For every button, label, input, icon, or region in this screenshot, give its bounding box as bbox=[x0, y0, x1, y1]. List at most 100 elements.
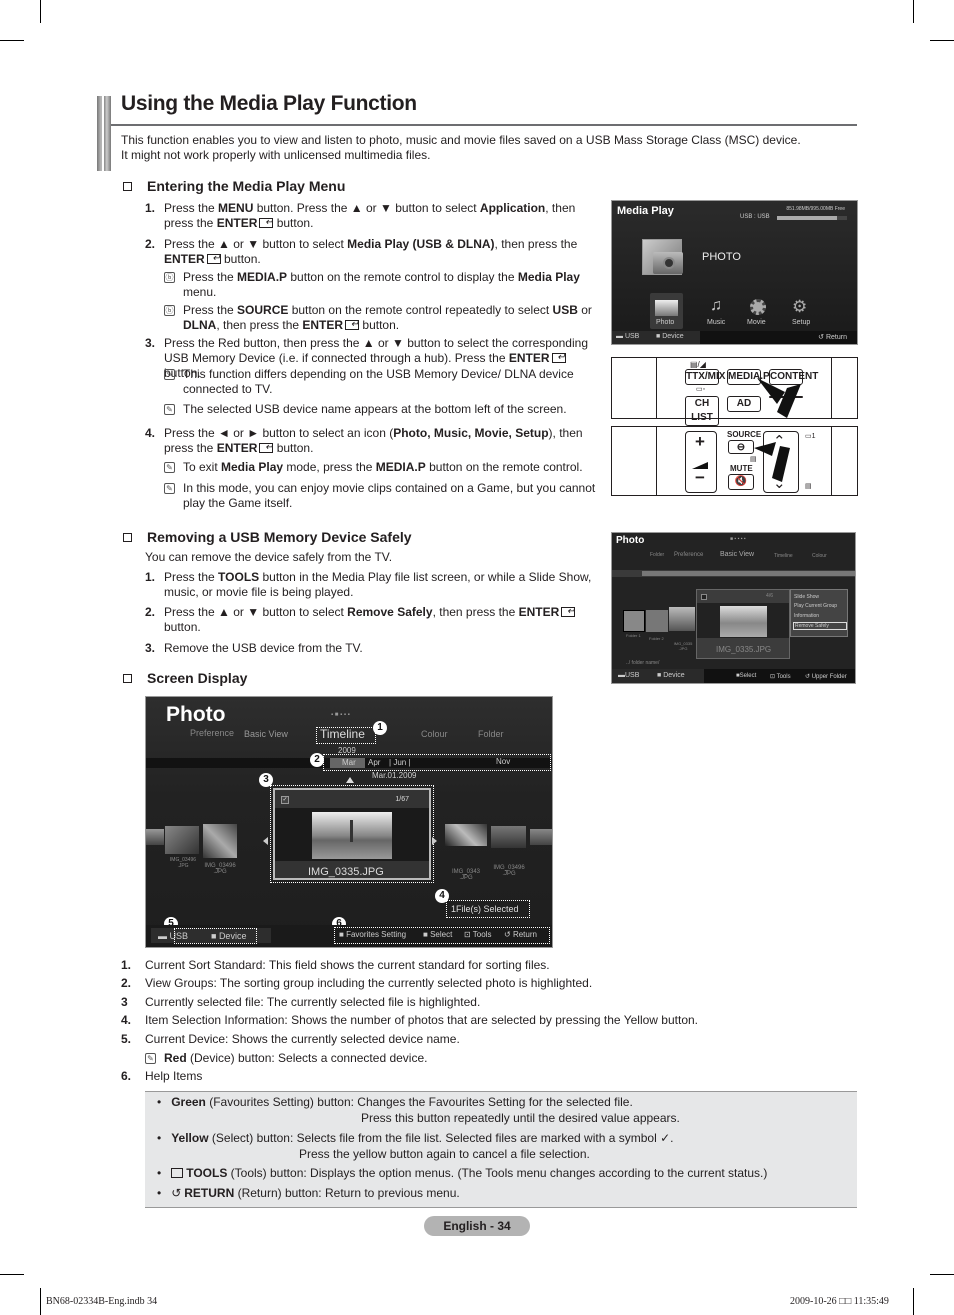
intro-line: This function enables you to view and li… bbox=[121, 133, 801, 147]
storage-free: 851.98MB/995.00MB Free bbox=[786, 206, 845, 212]
print-slug-left: BN68-02334B-Eng.indb 34 bbox=[46, 1296, 158, 1307]
usb-footer-item[interactable]: ▬USB bbox=[618, 672, 639, 679]
page-number: English - 34 bbox=[424, 1216, 530, 1236]
tab-timeline[interactable]: Timeline bbox=[774, 553, 793, 559]
folder-thumb[interactable] bbox=[646, 610, 668, 632]
menu-item-information[interactable]: Information bbox=[794, 613, 819, 619]
left-arrow-icon[interactable] bbox=[263, 837, 268, 845]
icon-label-photo[interactable]: Photo bbox=[656, 319, 674, 326]
note-text: To exit Media Play mode, press the MEDIA… bbox=[183, 460, 583, 474]
callout-box-help bbox=[334, 927, 550, 944]
upper-folder-footer-item[interactable]: ↺ Upper Folder bbox=[805, 673, 847, 680]
legend-text: Currently selected file: The currently s… bbox=[145, 995, 481, 1009]
tab-preference[interactable]: Preference bbox=[190, 728, 234, 738]
pointer-arrow-icon bbox=[757, 378, 801, 418]
step-text: Press the ▲ or ▼ button to select Media … bbox=[164, 237, 605, 267]
tab-folder[interactable]: Folder bbox=[478, 729, 504, 739]
image-thumb[interactable] bbox=[165, 826, 199, 854]
note-text: Red (Device) button: Selects a connected… bbox=[164, 1051, 428, 1065]
section-heading: Removing a USB Memory Device Safely bbox=[121, 529, 412, 545]
timeline-fill bbox=[642, 571, 855, 576]
media-play-screen: Media Play 851.98MB/995.00MB Free USB : … bbox=[611, 200, 858, 345]
icon-label-movie[interactable]: Movie bbox=[747, 319, 766, 326]
usb-footer-item[interactable]: ▬ USB bbox=[616, 333, 639, 340]
volume-rocker[interactable]: + − bbox=[685, 431, 717, 493]
tools-icon bbox=[171, 1168, 184, 1178]
page-dots: ■ ▪ ▪ ▪ ▪ bbox=[730, 536, 746, 542]
select-footer-item[interactable]: ■Select bbox=[736, 673, 756, 679]
selected-file-card[interactable]: 4/6 IMG_0335.JPG bbox=[696, 589, 790, 659]
icon-label-setup[interactable]: Setup bbox=[792, 319, 810, 326]
help-item-continuation: Press the yellow button again to cancel … bbox=[299, 1147, 590, 1161]
source-button[interactable]: ⊖ bbox=[728, 440, 754, 454]
storage-bar bbox=[777, 216, 847, 220]
crop-mark bbox=[0, 40, 24, 41]
screen-title: Photo bbox=[166, 703, 226, 726]
return-icon: ↺ bbox=[171, 1186, 182, 1200]
crop-mark bbox=[40, 1288, 41, 1315]
image-thumb[interactable] bbox=[146, 829, 164, 845]
legend-number: 2. bbox=[121, 976, 132, 990]
screen-title: Photo bbox=[616, 535, 645, 546]
device-footer-item[interactable]: ■ Device bbox=[656, 333, 684, 340]
bullet: • bbox=[157, 1095, 162, 1109]
section-heading-text: Screen Display bbox=[147, 670, 248, 686]
icon-label-music[interactable]: Music bbox=[707, 319, 725, 326]
image-thumb[interactable] bbox=[491, 826, 526, 848]
image-thumb[interactable] bbox=[669, 607, 695, 631]
callout-2: 2 bbox=[310, 753, 324, 767]
ttx-icon: ▤/◢ bbox=[690, 360, 706, 369]
step-number: 1. bbox=[145, 570, 156, 584]
folder-path: ../ folder name/ bbox=[626, 660, 660, 666]
image-thumb[interactable] bbox=[203, 824, 237, 858]
device-label: USB : USB bbox=[740, 214, 770, 220]
ad-button[interactable]: AD bbox=[727, 396, 761, 412]
step-number: 3. bbox=[145, 641, 156, 655]
step-number: 2. bbox=[145, 237, 156, 251]
return-footer-item[interactable]: ↺ Return bbox=[818, 333, 847, 341]
bullet: • bbox=[157, 1131, 162, 1145]
legend-number: 6. bbox=[121, 1069, 132, 1083]
checkbox-bullet-icon bbox=[123, 532, 132, 542]
thumb-label: IMG_0343 .JPG bbox=[451, 869, 481, 881]
tab-folder[interactable]: Folder bbox=[650, 552, 664, 558]
screen-footer: ▬ USB ■ Device ■ Favorites Setting ■ Sel… bbox=[146, 925, 552, 947]
tab-basic-view[interactable]: Basic View bbox=[244, 729, 288, 739]
music-icon: ♫ bbox=[710, 297, 722, 314]
thumb-label: IMG_0335 .JPG bbox=[673, 641, 693, 651]
media-p-button[interactable]: MEDIA.P bbox=[727, 369, 770, 385]
right-arrow-icon[interactable] bbox=[432, 837, 437, 845]
help-item: • ↺ RETURN (Return) button: Return to prev… bbox=[157, 1186, 460, 1200]
usb-label: USB bbox=[625, 672, 640, 679]
menu-item-slide-show[interactable]: Slide Show bbox=[794, 594, 819, 600]
tab-colour[interactable]: Colour bbox=[421, 729, 448, 739]
crop-mark bbox=[913, 0, 914, 23]
section-heading-text: Removing a USB Memory Device Safely bbox=[147, 529, 412, 545]
tab-basic-view[interactable]: Basic View bbox=[720, 551, 754, 558]
menu-item-play-current-group[interactable]: Play Current Group bbox=[794, 603, 837, 609]
note-text: The selected USB device name appears at … bbox=[183, 402, 567, 416]
note-icon: ✎ bbox=[145, 1053, 156, 1064]
ch-list-button[interactable]: CH LIST bbox=[685, 396, 719, 426]
section-lead: You can remove the device safely from th… bbox=[145, 550, 393, 564]
help-item: • Green (Favourites Setting) button: Chan… bbox=[157, 1095, 633, 1109]
ttx-mix-button[interactable]: TTX/MIX bbox=[685, 369, 725, 385]
image-thumb[interactable] bbox=[530, 829, 552, 845]
ch-list-icon: ▭◦ bbox=[696, 386, 706, 393]
folder-thumb[interactable] bbox=[623, 610, 645, 632]
mute-button[interactable]: 🔇 bbox=[728, 474, 754, 490]
checkbox-bullet-icon bbox=[123, 673, 132, 683]
note-icon: ⓑ bbox=[164, 305, 175, 316]
menu-item-remove-safely[interactable]: Remove Safely bbox=[793, 622, 847, 630]
tab-preference[interactable]: Preference bbox=[674, 552, 703, 558]
image-thumb[interactable] bbox=[445, 824, 487, 846]
tab-colour[interactable]: Colour bbox=[812, 553, 827, 559]
screen-title: Media Play bbox=[617, 205, 674, 217]
device-footer-item[interactable]: ■ Device bbox=[657, 672, 685, 679]
note-icon: ⓑ bbox=[164, 272, 175, 283]
step-text: Remove the USB device from the TV. bbox=[164, 641, 363, 655]
note-icon: ✎ bbox=[164, 462, 175, 473]
photo-icon bbox=[655, 300, 678, 316]
tools-footer-item[interactable]: ⊡ Tools bbox=[770, 673, 791, 680]
crop-mark bbox=[913, 1288, 914, 1315]
